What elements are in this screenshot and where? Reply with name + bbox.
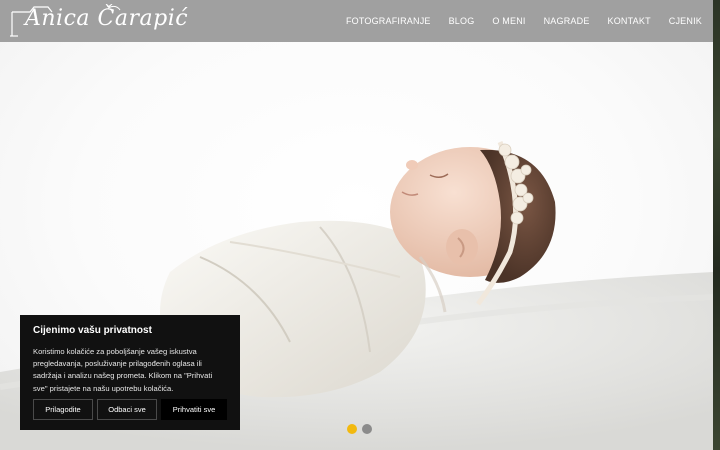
slider-dot-active[interactable]: [347, 424, 357, 434]
cookie-title: Cijenimo vašu privatnost: [33, 325, 152, 336]
cookie-description: Koristimo kolačiće za poboljšanje vašeg …: [33, 346, 227, 395]
nav-item-o-meni[interactable]: O MENI: [492, 16, 525, 26]
nav-item-nagrade[interactable]: NAGRADE: [544, 16, 590, 26]
nav-item-kontakt[interactable]: KONTAKT: [608, 16, 651, 26]
site-header: Anica Čarapić FOTOGRAFIRANJE BLOG O MENI…: [0, 0, 713, 42]
cookie-text-line: sve" pristajete na našu upotrebu kolačić…: [33, 383, 174, 393]
side-photo-strip: [713, 0, 720, 450]
slider-dot[interactable]: [362, 424, 372, 434]
cookie-text-line: sadržaja i analizu našeg prometa. Klikom…: [33, 371, 213, 381]
cookie-buttons: Prilagodite Odbaci sve Prihvatiti sve: [33, 399, 227, 420]
cookie-text-line: Koristimo kolačiće za poboljšanje vašeg …: [33, 347, 197, 356]
accept-all-button[interactable]: Prihvatiti sve: [161, 399, 227, 420]
cookie-consent-banner: Cijenimo vašu privatnost Koristimo kolač…: [20, 315, 240, 430]
logo-text: Anica Čarapić: [25, 6, 189, 31]
reject-all-button[interactable]: Odbaci sve: [97, 399, 157, 420]
main-nav: FOTOGRAFIRANJE BLOG O MENI NAGRADE KONTA…: [346, 0, 702, 42]
site-logo[interactable]: Anica Čarapić: [8, 2, 188, 40]
nav-item-cjenik[interactable]: CJENIK: [669, 16, 702, 26]
customize-button[interactable]: Prilagodite: [33, 399, 93, 420]
nav-item-blog[interactable]: BLOG: [449, 16, 475, 26]
slider-dots: [347, 424, 377, 434]
nav-item-fotografiranje[interactable]: FOTOGRAFIRANJE: [346, 16, 431, 26]
cookie-text-line: pregledavanja, posluživanje prilagođenih…: [33, 359, 202, 369]
